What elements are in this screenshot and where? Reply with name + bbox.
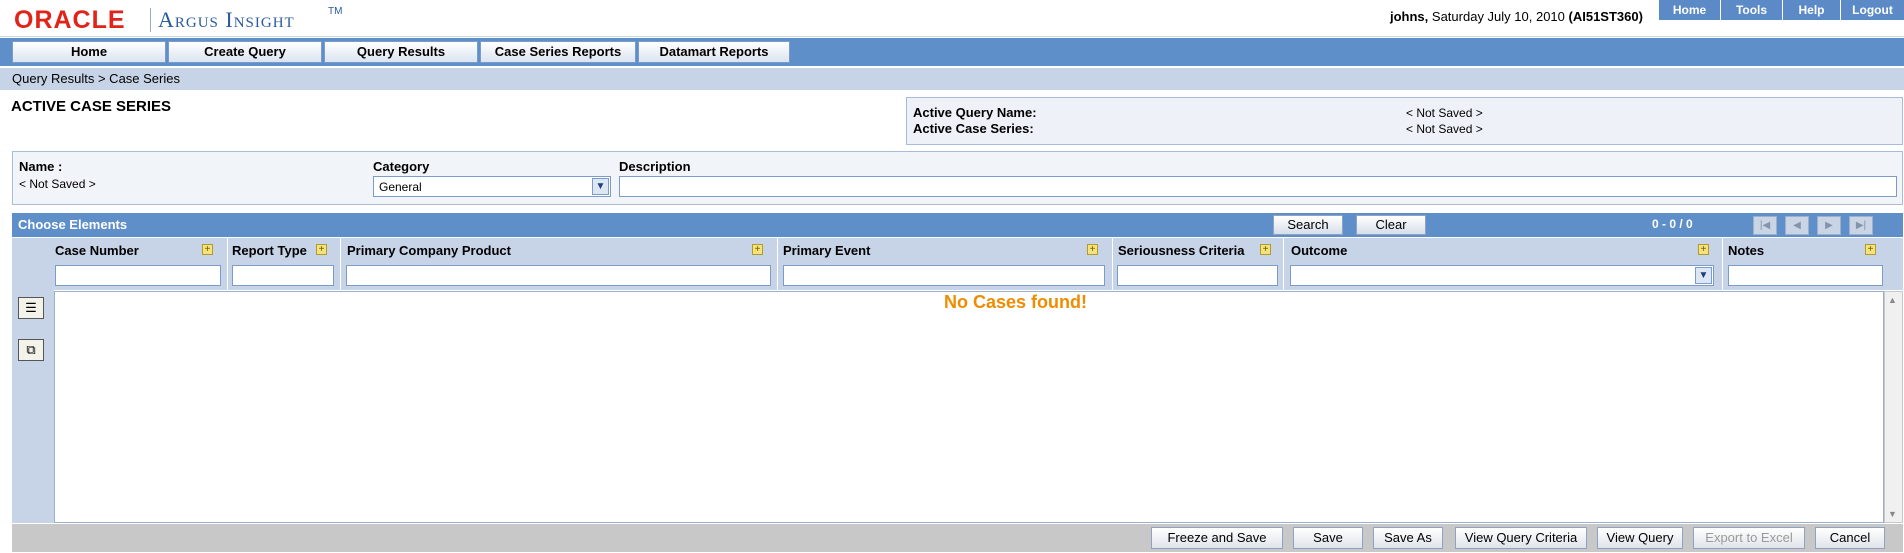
active-info-box — [906, 97, 1903, 145]
column-divider — [1112, 238, 1113, 290]
open-case-icon[interactable]: ⧉ — [18, 339, 44, 361]
scroll-down-icon[interactable]: ▼ — [1888, 509, 1897, 519]
tab-datamart-reports[interactable]: Datamart Reports — [638, 41, 790, 63]
category-label: Category — [373, 159, 430, 174]
col-outcome[interactable]: Outcome — [1291, 243, 1347, 258]
description-field[interactable] — [619, 176, 1897, 197]
category-selected: General — [379, 180, 422, 194]
next-page-icon[interactable]: ▶ — [1817, 216, 1841, 235]
add-column-icon[interactable]: + — [1260, 244, 1271, 255]
col-primary-event[interactable]: Primary Event — [783, 243, 870, 258]
filter-primary-event[interactable] — [783, 265, 1105, 286]
cancel-button[interactable]: Cancel — [1815, 527, 1885, 549]
column-divider — [1283, 238, 1284, 290]
toplink-help[interactable]: Help — [1782, 0, 1840, 20]
grid-tools — [12, 290, 54, 523]
add-column-icon[interactable]: + — [752, 244, 763, 255]
breadcrumb: Query Results > Case Series — [12, 71, 180, 86]
category-select[interactable]: General ▼ — [373, 176, 611, 197]
filter-primary-company-product[interactable] — [346, 265, 771, 286]
chevron-down-icon[interactable]: ▼ — [592, 178, 609, 195]
save-button[interactable]: Save — [1293, 527, 1363, 549]
filter-case-number[interactable] — [55, 265, 221, 286]
add-column-icon[interactable]: + — [1087, 244, 1098, 255]
col-primary-company-product[interactable]: Primary Company Product — [347, 243, 511, 258]
view-query-button[interactable]: View Query — [1597, 527, 1683, 549]
results-area — [54, 291, 1884, 523]
name-label: Name : — [19, 159, 63, 174]
add-column-icon[interactable]: + — [202, 244, 213, 255]
view-query-criteria-button[interactable]: View Query Criteria — [1455, 527, 1587, 549]
active-query-value: < Not Saved > — [1406, 106, 1483, 120]
toplink-home[interactable]: Home — [1658, 0, 1720, 20]
clear-button[interactable]: Clear — [1356, 215, 1426, 235]
logo-divider — [150, 8, 151, 32]
breadcrumb-bar — [0, 68, 1904, 90]
scroll-up-icon[interactable]: ▲ — [1888, 295, 1897, 305]
filter-notes[interactable] — [1728, 265, 1883, 286]
col-notes[interactable]: Notes — [1728, 243, 1764, 258]
active-series-value: < Not Saved > — [1406, 122, 1483, 136]
user-info: johns, Saturday July 10, 2010 (AI51ST360… — [1390, 9, 1643, 24]
tab-query-results[interactable]: Query Results — [324, 41, 478, 63]
server-id: (AI51ST360) — [1568, 9, 1643, 24]
oracle-logo: ORACLE — [14, 6, 126, 34]
active-series-label: Active Case Series: — [913, 121, 1034, 136]
last-page-icon[interactable]: ▶| — [1849, 216, 1873, 235]
tab-case-series-reports[interactable]: Case Series Reports — [480, 41, 636, 63]
current-date: Saturday July 10, 2010 — [1431, 9, 1565, 24]
search-button[interactable]: Search — [1273, 215, 1343, 235]
column-divider — [340, 238, 341, 290]
tab-create-query[interactable]: Create Query — [168, 41, 322, 63]
filter-seriousness-criteria[interactable] — [1117, 265, 1278, 286]
freeze-and-save-button[interactable]: Freeze and Save — [1151, 527, 1283, 549]
toplink-tools[interactable]: Tools — [1720, 0, 1782, 20]
column-select-icon[interactable]: ☰ — [18, 297, 44, 319]
trademark-mark: TM — [328, 6, 343, 17]
no-cases-message: No Cases found! — [944, 292, 1088, 312]
choose-elements-bar — [12, 213, 1903, 237]
page-title: ACTIVE CASE SERIES — [11, 98, 172, 115]
previous-page-icon[interactable]: ◀ — [1785, 216, 1809, 235]
record-count: 0 - 0 / 0 — [1652, 217, 1693, 231]
description-label: Description — [619, 159, 691, 174]
column-divider — [227, 238, 228, 290]
column-divider — [777, 238, 778, 290]
chevron-down-icon[interactable]: ▼ — [1695, 267, 1712, 284]
add-column-icon[interactable]: + — [1865, 244, 1876, 255]
active-query-label: Active Query Name: — [913, 105, 1037, 120]
column-divider — [1722, 238, 1723, 290]
vertical-scrollbar[interactable]: ▲ ▼ — [1884, 291, 1903, 523]
filter-report-type[interactable] — [232, 265, 334, 286]
export-to-excel-button[interactable]: Export to Excel — [1693, 527, 1805, 549]
add-column-icon[interactable]: + — [316, 244, 327, 255]
tab-home[interactable]: Home — [12, 41, 166, 63]
col-seriousness-criteria[interactable]: Seriousness Criteria — [1118, 243, 1244, 258]
product-name: Argus Insight — [158, 7, 295, 32]
filter-outcome-select[interactable]: ▼ — [1290, 265, 1714, 286]
col-case-number[interactable]: Case Number — [55, 243, 139, 258]
first-page-icon[interactable]: |◀ — [1753, 216, 1777, 235]
user-name: johns, — [1390, 9, 1429, 24]
add-column-icon[interactable]: + — [1698, 244, 1709, 255]
choose-elements-title: Choose Elements — [18, 217, 128, 232]
save-as-button[interactable]: Save As — [1373, 527, 1443, 549]
toplink-logout[interactable]: Logout — [1840, 0, 1904, 20]
name-value: < Not Saved > — [19, 177, 96, 191]
col-report-type[interactable]: Report Type — [232, 243, 307, 258]
